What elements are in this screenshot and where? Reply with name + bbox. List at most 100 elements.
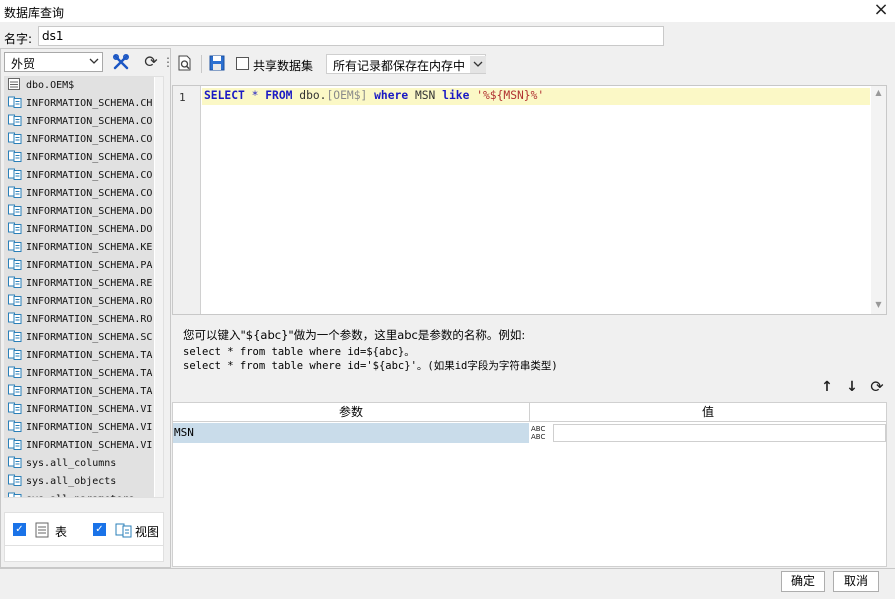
table-list-item[interactable]: INFORMATION_SCHEMA.DO [5, 221, 154, 239]
table-list-item[interactable]: INFORMATION_SCHEMA.RO [5, 293, 154, 311]
view-icon [8, 402, 22, 414]
view-icon [8, 456, 22, 468]
sql-star: * [251, 89, 259, 102]
sql-keyword: like [442, 89, 470, 102]
column-header-value: 值 [530, 403, 886, 422]
table-list-item-label: sys.all_columns [26, 458, 117, 469]
table-list-item[interactable]: INFORMATION_SCHEMA.RO [5, 311, 154, 329]
table-list-item[interactable]: INFORMATION_SCHEMA.CO [5, 113, 154, 131]
table-list-item[interactable]: INFORMATION_SCHEMA.RE [5, 275, 154, 293]
table-list-item[interactable]: INFORMATION_SCHEMA.SC [5, 329, 154, 347]
preview-button[interactable] [176, 54, 196, 74]
name-input[interactable] [38, 26, 664, 46]
move-down-button[interactable]: ↓ [843, 378, 861, 396]
table-list-item-label: INFORMATION_SCHEMA.RO [26, 314, 153, 325]
hint-text: 您可以键入"${abc}"做为一个参数，这里abc是参数的名称。例如: [183, 328, 526, 342]
table-list-scrollbar[interactable] [155, 77, 163, 497]
table-list-item-label: INFORMATION_SCHEMA.PA [26, 260, 153, 271]
divider [5, 545, 163, 546]
param-type-bottom: ABC [531, 433, 546, 441]
view-icon [8, 114, 22, 126]
editor-scrollbar[interactable]: ▲ ▼ [871, 86, 886, 314]
show-views-label: 视图 [135, 525, 160, 539]
param-value-input[interactable] [553, 424, 886, 442]
table-list-item-label: INFORMATION_SCHEMA.CO [26, 188, 153, 199]
table-list-item-label: sys.all_objects [26, 476, 117, 487]
table-list-item[interactable]: sys.all_parameters [5, 491, 154, 497]
show-tables-checkbox[interactable]: ✓ [13, 523, 26, 536]
view-icon [8, 240, 22, 252]
table-list-item[interactable]: dbo.OEM$ [5, 77, 154, 95]
table-list-item[interactable]: INFORMATION_SCHEMA.CO [5, 131, 154, 149]
table-list-item-label: INFORMATION_SCHEMA.CO [26, 116, 153, 127]
sql-code-line[interactable]: SELECT * FROM dbo.[OEM$] where MSN like … [204, 89, 544, 102]
ok-button[interactable]: 确定 [781, 571, 825, 592]
table-list-item[interactable]: INFORMATION_SCHEMA.DO [5, 203, 154, 221]
table-list-item-label: INFORMATION_SCHEMA.SC [26, 332, 153, 343]
table-list-item[interactable]: sys.all_objects [5, 473, 154, 491]
view-icon [8, 384, 22, 396]
table-list[interactable]: dbo.OEM$ INFORMATION_SCHEMA.CH INFORMATION… [4, 76, 164, 498]
view-icon [8, 438, 22, 450]
show-tables-label: 表 [55, 525, 68, 539]
line-number: 1 [179, 91, 186, 104]
memory-mode-select[interactable]: 所有记录都保存在内存中 [326, 54, 486, 74]
sql-editor[interactable]: 1 SELECT * FROM dbo.[OEM$] where MSN lik… [172, 85, 887, 315]
table-list-item[interactable]: INFORMATION_SCHEMA.TA [5, 347, 154, 365]
view-icon [8, 276, 22, 288]
database-select-value: 外贸 [11, 57, 36, 71]
arrow-up-icon: ↑ [821, 379, 833, 395]
param-name-cell[interactable]: MSN [173, 423, 529, 443]
table-list-item[interactable]: INFORMATION_SCHEMA.TA [5, 365, 154, 383]
sql-string: '%${MSN}%' [476, 89, 545, 102]
table-list-item-label: INFORMATION_SCHEMA.VI [26, 440, 153, 451]
refresh-icon: ⟳ [870, 377, 884, 396]
refresh-params-button[interactable]: ⟳ [868, 378, 886, 396]
table-list-item-label: INFORMATION_SCHEMA.CO [26, 152, 153, 163]
close-icon[interactable]: × [871, 0, 891, 21]
table-list-item[interactable]: INFORMATION_SCHEMA.KE [5, 239, 154, 257]
database-select[interactable]: 外贸 [4, 52, 103, 72]
table-list-item-label: INFORMATION_SCHEMA.RO [26, 296, 153, 307]
tools-icon [112, 53, 130, 70]
table-list-item[interactable]: INFORMATION_SCHEMA.VI [5, 419, 154, 437]
view-icon [8, 492, 22, 497]
shared-dataset-checkbox[interactable] [236, 57, 249, 70]
table-list-item[interactable]: INFORMATION_SCHEMA.VI [5, 437, 154, 455]
more-button[interactable]: ⋮ [162, 52, 174, 72]
table-icon [8, 78, 20, 90]
show-views-checkbox[interactable]: ✓ [93, 523, 106, 536]
sql-column: MSN [414, 89, 436, 102]
table-list-item[interactable]: INFORMATION_SCHEMA.CO [5, 167, 154, 185]
filter-checks: ✓ 表 ✓ 视图 [4, 512, 164, 562]
table-list-item-label: INFORMATION_SCHEMA.CO [26, 134, 153, 145]
view-icon [8, 348, 22, 360]
table-list-item-label: dbo.OEM$ [26, 80, 75, 91]
scroll-up-icon[interactable]: ▲ [871, 88, 886, 98]
table-list-item[interactable]: sys.all_columns [5, 455, 154, 473]
table-list-item[interactable]: INFORMATION_SCHEMA.VI [5, 401, 154, 419]
table-list-item[interactable]: INFORMATION_SCHEMA.CO [5, 149, 154, 167]
table-list-item[interactable]: INFORMATION_SCHEMA.PA [5, 257, 154, 275]
save-button[interactable] [208, 54, 228, 74]
connection-settings-button[interactable] [110, 52, 132, 72]
scroll-down-icon[interactable]: ▼ [871, 300, 886, 310]
param-type-button[interactable]: ABC ABC [530, 423, 552, 443]
cancel-button[interactable]: 取消 [833, 571, 879, 592]
arrow-down-icon: ↓ [846, 379, 858, 395]
table-list-items: dbo.OEM$ INFORMATION_SCHEMA.CH INFORMATION… [5, 77, 154, 497]
table-list-item[interactable]: INFORMATION_SCHEMA.TA [5, 383, 154, 401]
refresh-tables-button[interactable]: ⟳ [140, 52, 162, 72]
parameter-table: 参数 值 MSN ABC ABC [172, 402, 887, 567]
table-list-item[interactable]: INFORMATION_SCHEMA.CH [5, 95, 154, 113]
move-up-button[interactable]: ↑ [818, 378, 836, 396]
line-number-gutter: 1 [173, 86, 201, 314]
view-icon [8, 294, 22, 306]
table-list-item-label: INFORMATION_SCHEMA.TA [26, 386, 153, 397]
table-list-item-label: INFORMATION_SCHEMA.CO [26, 170, 153, 181]
table-list-item[interactable]: INFORMATION_SCHEMA.CO [5, 185, 154, 203]
view-icon [8, 186, 22, 198]
view-icon [8, 258, 22, 270]
view-icon [8, 168, 22, 180]
view-icon [8, 204, 22, 216]
